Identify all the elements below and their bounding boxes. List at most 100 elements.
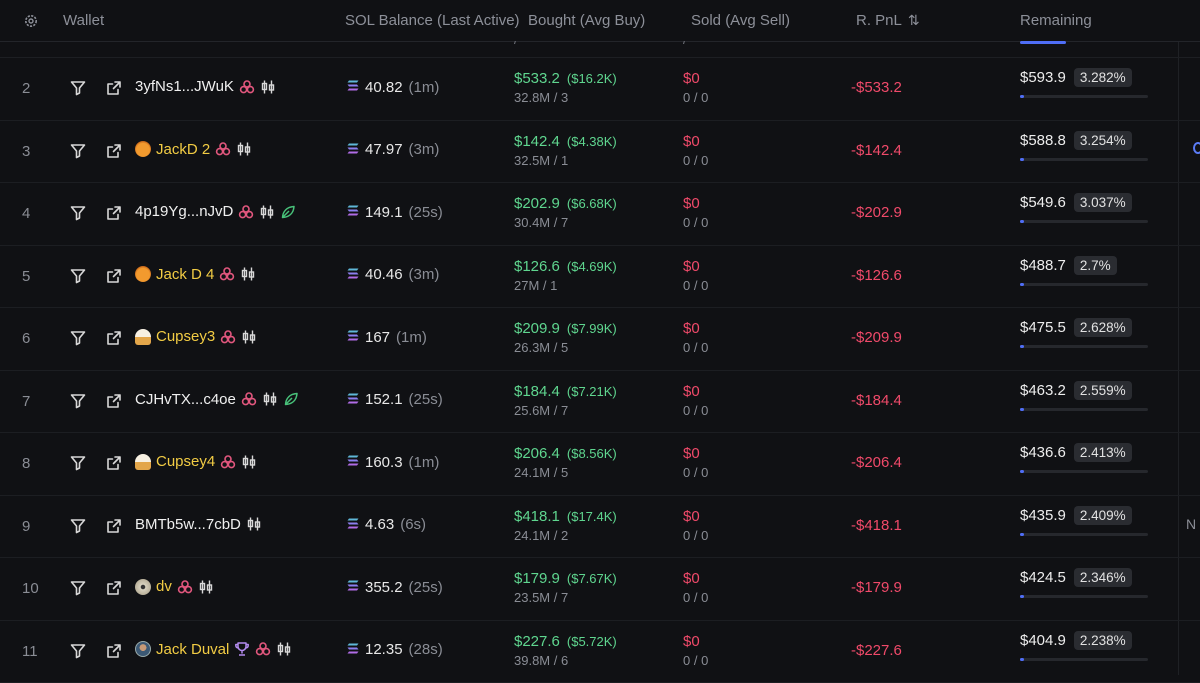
wallet-name[interactable]: BMTb5w...7cbD (135, 516, 241, 533)
wallet-cell[interactable]: JackD 2 (135, 141, 252, 158)
wallet-name[interactable]: CJHvTX...c4oe (135, 391, 236, 408)
filter-icon[interactable] (70, 393, 86, 409)
sold-value: $0 (683, 570, 708, 587)
filter-icon[interactable] (70, 580, 86, 596)
table-row[interactable]: 4 4p19Yg...nJvD 149.1 (25s) $202.9 ($6.6… (0, 183, 1200, 246)
header-remaining[interactable]: Remaining (1020, 12, 1092, 29)
external-link-icon[interactable] (106, 143, 122, 159)
realized-pnl: -$209.9 (851, 329, 902, 346)
table-row[interactable]: 9 BMTb5w...7cbD 4.63 (6s) $418.1 ($17.4K… (0, 496, 1200, 559)
wallet-cell[interactable]: Cupsey3 (135, 328, 257, 345)
header-sold[interactable]: Sold (Avg Sell) (691, 12, 790, 29)
header-bought[interactable]: Bought (Avg Buy) (528, 12, 645, 29)
bundle-icon[interactable] (238, 204, 254, 220)
wallet-cell[interactable]: Jack D 4 (135, 266, 256, 283)
chart-candle-icon[interactable] (246, 516, 262, 532)
table-row[interactable]: 10 dv 355.2 (25s) $179.9 ($7.67K) 23.5M … (0, 558, 1200, 621)
table-row[interactable]: 8 Cupsey4 160.3 (1m) $206.4 ($8.56K) 24.… (0, 433, 1200, 496)
bundle-icon[interactable] (219, 266, 235, 282)
bundle-icon[interactable] (177, 579, 193, 595)
bundle-icon[interactable] (255, 641, 271, 657)
header-wallet[interactable]: Wallet (63, 12, 104, 29)
realized-pnl: -$227.6 (851, 642, 902, 659)
leaf-icon[interactable] (280, 204, 296, 220)
external-link-icon[interactable] (106, 518, 122, 534)
sold-cell: $0 0 / 0 (683, 320, 708, 355)
header-rpnl[interactable]: R. PnL⇅ (856, 12, 920, 29)
sort-icon[interactable]: ⇅ (908, 12, 920, 28)
wallet-name[interactable]: dv (156, 578, 172, 595)
external-link-icon[interactable] (106, 268, 122, 284)
bundle-icon[interactable] (220, 329, 236, 345)
bundle-icon[interactable] (239, 79, 255, 95)
table-row[interactable]: 3 JackD 2 47.97 (3m) $142.4 ($4.38K) 32.… (0, 121, 1200, 184)
wallet-name[interactable]: Cupsey3 (156, 328, 215, 345)
header-sol-balance[interactable]: SOL Balance (Last Active) (345, 12, 520, 29)
filter-icon[interactable] (70, 80, 86, 96)
filter-icon[interactable] (70, 143, 86, 159)
wallet-name[interactable]: Cupsey4 (156, 453, 215, 470)
chart-candle-icon[interactable] (262, 391, 278, 407)
wallet-name[interactable]: 4p19Yg...nJvD (135, 203, 233, 220)
leaf-icon[interactable] (283, 391, 299, 407)
wallet-cell[interactable]: CJHvTX...c4oe (135, 391, 299, 408)
external-link-icon[interactable] (106, 205, 122, 221)
row-rank: 3 (22, 143, 30, 160)
sol-balance-cell: 47.97 (3m) (347, 141, 439, 159)
sold-cell: $0 0 / 0 (683, 508, 708, 543)
bundle-icon[interactable] (241, 391, 257, 407)
external-link-icon[interactable] (106, 643, 122, 659)
chart-candle-icon[interactable] (241, 329, 257, 345)
realized-pnl: -$418.1 (851, 517, 902, 534)
wallet-name[interactable]: Jack D 4 (156, 266, 214, 283)
edge-indicator (1193, 142, 1200, 154)
filter-icon[interactable] (70, 518, 86, 534)
bought-avg: ($4.38K) (567, 134, 617, 149)
bundle-icon[interactable] (215, 141, 231, 157)
external-link-icon[interactable] (106, 330, 122, 346)
remaining-progress-fill (1020, 220, 1024, 223)
sol-balance-cell: 40.46 (3m) (347, 266, 439, 284)
wallet-name[interactable]: Jack Duval (156, 641, 229, 658)
chart-candle-icon[interactable] (236, 141, 252, 157)
wallet-cell[interactable]: Cupsey4 (135, 453, 257, 470)
table-row[interactable]: 5 Jack D 4 40.46 (3m) $126.6 ($4.69K) 27… (0, 246, 1200, 309)
remaining-value: $435.9 (1020, 507, 1066, 524)
table-row[interactable]: 11 Jack Duval 12.35 (28s) $227.6 ($5.72K… (0, 621, 1200, 683)
chart-candle-icon[interactable] (241, 454, 257, 470)
table-row[interactable]: 7 CJHvTX...c4oe 152.1 (25s) $184.4 ($7.2… (0, 371, 1200, 434)
sold-cell: $0 0 / 0 (683, 383, 708, 418)
wallet-avatar (135, 329, 151, 345)
external-link-icon[interactable] (106, 393, 122, 409)
filter-icon[interactable] (70, 643, 86, 659)
filter-icon[interactable] (70, 268, 86, 284)
trophy-icon[interactable] (234, 641, 250, 657)
sold-amount-count: 0 / 0 (683, 653, 708, 668)
remaining-percent-badge: 2.346% (1074, 568, 1132, 587)
bought-avg: ($7.21K) (567, 384, 617, 399)
chart-candle-icon[interactable] (276, 641, 292, 657)
chart-candle-icon[interactable] (260, 79, 276, 95)
wallet-cell[interactable]: 3yfNs1...JWuK (135, 78, 276, 95)
chart-candle-icon[interactable] (259, 204, 275, 220)
filter-icon[interactable] (70, 330, 86, 346)
table-row[interactable]: 2 3yfNs1...JWuK 40.82 (1m) $533.2 ($16.2… (0, 58, 1200, 121)
bought-avg: ($4.69K) (567, 259, 617, 274)
filter-icon[interactable] (70, 205, 86, 221)
wallet-cell[interactable]: BMTb5w...7cbD (135, 516, 262, 533)
bundle-icon[interactable] (220, 454, 236, 470)
solana-icon (347, 641, 359, 659)
wallet-cell[interactable]: Jack Duval (135, 641, 292, 658)
chart-candle-icon[interactable] (240, 266, 256, 282)
gear-icon[interactable] (23, 13, 39, 29)
wallet-name[interactable]: JackD 2 (156, 141, 210, 158)
wallet-cell[interactable]: dv (135, 578, 214, 595)
table-row[interactable]: 6 Cupsey3 167 (1m) $209.9 ($7.99K) 26.3M… (0, 308, 1200, 371)
external-link-icon[interactable] (106, 455, 122, 471)
wallet-name[interactable]: 3yfNs1...JWuK (135, 78, 234, 95)
filter-icon[interactable] (70, 455, 86, 471)
wallet-cell[interactable]: 4p19Yg...nJvD (135, 203, 296, 220)
chart-candle-icon[interactable] (198, 579, 214, 595)
external-link-icon[interactable] (106, 80, 122, 96)
external-link-icon[interactable] (106, 580, 122, 596)
